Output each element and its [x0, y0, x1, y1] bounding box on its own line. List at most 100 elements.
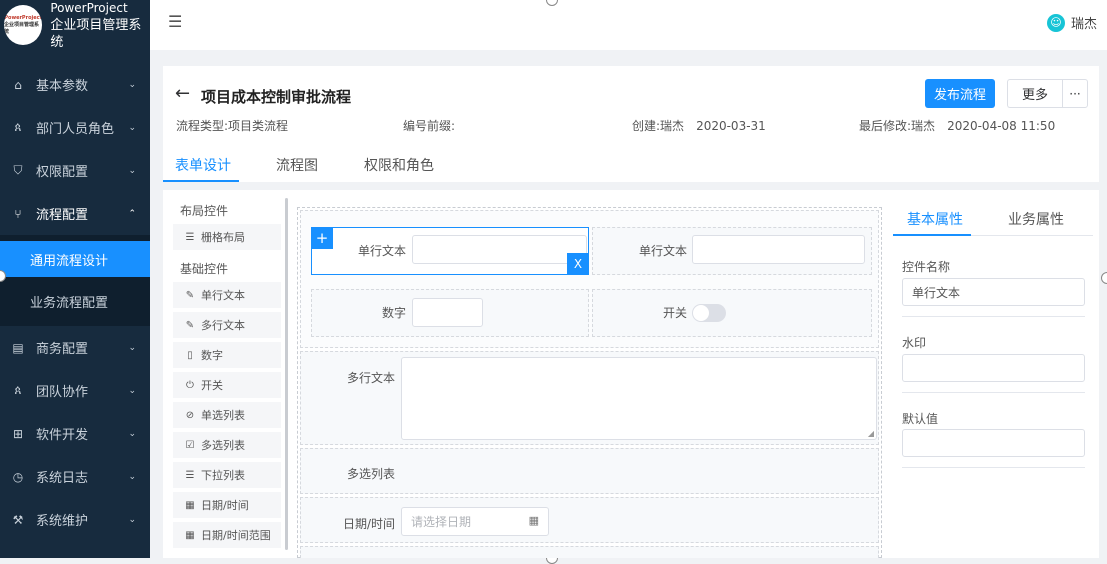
sidebar-item-label: 流程配置: [36, 208, 89, 223]
chevron-down-icon: ⌄: [128, 471, 136, 482]
field-switch[interactable]: 开关: [592, 289, 872, 337]
text-input[interactable]: [412, 235, 587, 264]
palette-item-label: 单选列表: [201, 409, 245, 422]
switch-toggle[interactable]: [692, 304, 726, 322]
watermark-input[interactable]: [902, 354, 1085, 382]
default-value-label: 默认值: [902, 412, 939, 426]
watermark-label: 水印: [902, 336, 927, 350]
field-next[interactable]: [300, 546, 879, 558]
resize-handle-icon[interactable]: ◢: [868, 429, 874, 438]
palette-item-datetime-range[interactable]: ▦ 日期/时间范围: [173, 522, 281, 548]
palette-item-switch[interactable]: ⏻ 开关: [173, 372, 281, 398]
field-label: 多选列表: [346, 467, 395, 481]
palette-item-label: 开关: [201, 379, 223, 392]
sidebar-item-logs[interactable]: ◷ 系统日志 ⌄: [0, 455, 150, 498]
meta-type-value: 项目类流程: [228, 119, 289, 133]
tab-form-design[interactable]: 表单设计: [175, 155, 231, 175]
tab-business-properties[interactable]: 业务属性: [1008, 209, 1064, 229]
meta-created-label: 创建:: [632, 119, 661, 133]
logo: PowerProject 企业项目管理系统 PowerProject 企业项目管…: [0, 0, 150, 50]
palette-item-multi-text[interactable]: ✎ 多行文本: [173, 312, 281, 338]
field-label: 单行文本: [357, 244, 406, 258]
users-icon: ጰ: [14, 120, 22, 134]
sidebar-item-permissions[interactable]: ⛉ 权限配置 ⌄: [0, 149, 150, 192]
avatar: ☺: [1046, 13, 1065, 32]
add-icon[interactable]: +: [311, 227, 333, 249]
sidebar-subitem-general-process[interactable]: 通用流程设计: [0, 241, 150, 277]
sidebar-item-dept-roles[interactable]: ጰ 部门人员角色 ⌄: [0, 106, 150, 149]
tab-flow-chart[interactable]: 流程图: [276, 155, 318, 175]
field-label: 日期/时间: [342, 517, 395, 531]
pencil-icon: ✎: [185, 289, 195, 301]
field-multi-text[interactable]: 多行文本 ◢: [300, 351, 879, 445]
field-number[interactable]: 数字: [311, 289, 589, 337]
palette-item-checkbox-list[interactable]: ☑ 多选列表: [173, 432, 281, 458]
meta-prefix-label: 编号前缀:: [403, 119, 456, 133]
text-input[interactable]: [692, 235, 865, 264]
meta-modified-label: 最后修改:: [859, 119, 912, 133]
tab-permissions-roles[interactable]: 权限和角色: [364, 155, 434, 175]
app-title-line1: PowerProject: [50, 0, 128, 15]
palette-item-number[interactable]: ▯ 数字: [173, 342, 281, 368]
palette-item-label: 栅格布局: [201, 231, 245, 244]
meta-created: 创建:瑞杰 2020-03-31: [632, 117, 766, 134]
sidebar-item-label: 团队协作: [36, 385, 89, 400]
field-multi-select[interactable]: 多选列表: [300, 448, 879, 494]
control-name-input[interactable]: 单行文本: [902, 278, 1085, 306]
selected-field-single-text[interactable]: + 单行文本 X: [311, 227, 589, 275]
number-input[interactable]: [412, 298, 483, 327]
switch-knob: [693, 305, 709, 321]
right-drag-handle[interactable]: [1101, 272, 1107, 284]
palette-item-datetime[interactable]: ▦ 日期/时间: [173, 492, 281, 518]
more-dots-button[interactable]: ···: [1062, 79, 1088, 108]
field-label: 多行文本: [346, 371, 395, 385]
wrench-icon: ⚒: [12, 512, 24, 527]
shield-icon: ⛉: [13, 163, 23, 177]
sidebar-menu: ⌂ 基本参数 ⌄ ጰ 部门人员角色 ⌄ ⛉ 权限配置 ⌄ ⑂ 流程配置 ⌃ 通用流程设计 业务流…: [0, 63, 150, 541]
app-title: PowerProject 企业项目管理系统: [50, 0, 150, 51]
field-single-text[interactable]: 单行文本: [592, 227, 872, 275]
textarea-input[interactable]: ◢: [401, 357, 877, 440]
palette-item-grid-layout[interactable]: ☰ 栅格布局: [173, 224, 281, 250]
active-tab-indicator: [163, 180, 239, 182]
sidebar-subitem-business-process[interactable]: 业务流程配置: [0, 283, 150, 319]
default-value-input[interactable]: [902, 429, 1085, 457]
grid-layout-row[interactable]: + 单行文本 X 单行文本 数字 开关: [300, 210, 879, 348]
divider: [902, 467, 1085, 468]
sidebar-item-dev[interactable]: ⊞ 软件开发 ⌄: [0, 412, 150, 455]
control-name-label: 控件名称: [902, 260, 951, 274]
back-arrow-icon[interactable]: ←: [175, 83, 190, 104]
publish-button[interactable]: 发布流程: [925, 79, 995, 108]
palette-item-single-text[interactable]: ✎ 单行文本: [173, 282, 281, 308]
user-name: 瑞杰: [1070, 17, 1097, 32]
date-placeholder: 请选择日期: [411, 515, 472, 529]
topbar: ☰ ☺ 瑞杰: [150, 0, 1107, 50]
chevron-down-icon: ⌄: [128, 122, 136, 133]
meta-prefix: 编号前缀:: [403, 117, 455, 134]
palette-item-radio-list[interactable]: ⊘ 单选列表: [173, 402, 281, 428]
field-datetime[interactable]: 日期/时间 请选择日期 ▦: [300, 497, 879, 543]
sidebar-item-maintenance[interactable]: ⚒ 系统维护 ⌄: [0, 498, 150, 541]
more-button[interactable]: 更多: [1007, 79, 1062, 108]
calendar-icon: ▦: [185, 529, 195, 541]
control-palette: 布局控件 ☰ 栅格布局 基础控件 ✎ 单行文本 ✎ 多行文本 ▯ 数字 ⏻ 开关 ⊘ 单选列…: [171, 198, 283, 558]
palette-scrollbar[interactable]: [285, 198, 288, 550]
palette-item-label: 日期/时间范围: [201, 529, 271, 542]
date-input[interactable]: 请选择日期 ▦: [401, 507, 549, 536]
menu-fold-icon[interactable]: ☰: [168, 12, 182, 31]
sidebar-item-commerce[interactable]: ▤ 商务配置 ⌄: [0, 326, 150, 369]
flow-icon: ⑂: [14, 206, 22, 221]
sidebar-item-process-config[interactable]: ⑂ 流程配置 ⌃: [0, 192, 150, 235]
tab-basic-properties[interactable]: 基本属性: [907, 209, 963, 229]
user-menu[interactable]: ☺ 瑞杰: [1046, 13, 1097, 32]
sidebar-item-label: 系统日志: [36, 471, 89, 486]
home-icon: ⌂: [14, 77, 22, 92]
logo-badge: PowerProject 企业项目管理系统: [4, 5, 43, 45]
palette-item-label: 下拉列表: [201, 469, 245, 482]
delete-icon[interactable]: X: [567, 253, 589, 275]
sidebar-item-basic-params[interactable]: ⌂ 基本参数 ⌄: [0, 63, 150, 106]
page-header: ← 项目成本控制审批流程 发布流程 更多 ··· 流程类型:项目类流程 编号前缀…: [163, 66, 1099, 182]
sidebar-item-team[interactable]: ጰ 团队协作 ⌄: [0, 369, 150, 412]
palette-item-dropdown[interactable]: ☰ 下拉列表: [173, 462, 281, 488]
field-label: 开关: [662, 306, 687, 320]
